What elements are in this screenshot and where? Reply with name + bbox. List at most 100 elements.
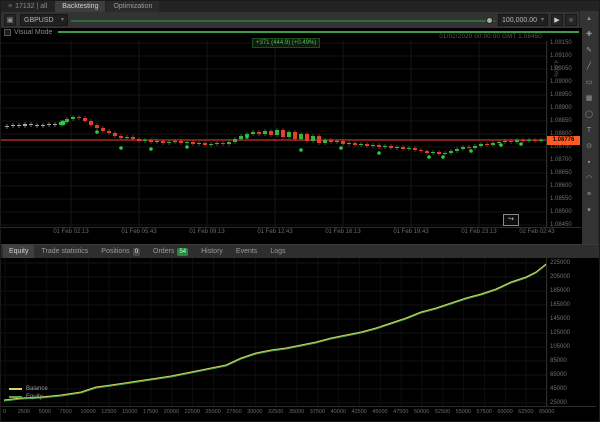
time-axis-label: 01 Feb 02:13 <box>53 229 89 235</box>
price-axis-label: 1.08550 <box>550 196 572 202</box>
time-axis-label: 01 Feb 12:43 <box>257 229 293 235</box>
tab-positions[interactable]: Positions 0 <box>95 245 147 258</box>
equity-axis-label: 85000 <box>550 358 567 364</box>
jump-to-end-button[interactable]: ↪ <box>503 214 519 226</box>
trade-axis-label: 32500 <box>268 409 284 415</box>
tab-backtesting[interactable]: Backtesting <box>55 1 106 12</box>
trade-axis-label: 5000 <box>38 409 51 415</box>
trade-axis-label: 7500 <box>59 409 72 415</box>
time-axis-label: 01 Feb 09:13 <box>189 229 225 235</box>
legend-label: Balance <box>26 386 48 392</box>
price-axis-label: 1.09100 <box>550 53 572 59</box>
price-chart-panel: Visual Mode 01/02/2020 00:00:00 GMT 1.08… <box>1 28 582 244</box>
scroll-up-icon[interactable]: ▴ <box>580 11 598 27</box>
tab-label: History <box>201 248 223 255</box>
trade-axis-label: 25000 <box>205 409 221 415</box>
period-slider-fill <box>71 20 489 22</box>
tab-logs[interactable]: Logs <box>264 245 292 258</box>
tab-equity[interactable]: Equity <box>3 245 35 258</box>
tab-label: Events <box>235 248 258 255</box>
backtesting-window: ≡ 17132 | all Backtesting Optimization ▣… <box>0 0 600 422</box>
instance-tab[interactable]: ≡ 17132 | all <box>1 1 54 12</box>
trade-axis-label: 10000 <box>80 409 96 415</box>
results-tabbar: Equity Trade statistics Positions 0 Orders 54… <box>1 245 599 258</box>
chevron-down-icon: ▾ <box>60 16 64 23</box>
equity-axis-label: 205000 <box>550 274 571 280</box>
time-axis-label: 01 Feb 05:43 <box>121 229 157 235</box>
legend-swatch <box>9 396 22 398</box>
tab-label: Equity <box>9 248 29 255</box>
tab-count-badge: 54 <box>177 247 189 256</box>
price-axis-label: 1.09050 <box>550 66 572 72</box>
equity-axis-label: 145000 <box>550 316 571 322</box>
tab-label: Orders <box>153 248 175 255</box>
price-axis-label: 1.09000 <box>550 79 572 85</box>
time-axis-label: 02 Feb 02:43 <box>519 229 555 235</box>
trade-axis-label: 37500 <box>309 409 326 415</box>
trade-axis-label: 52500 <box>434 409 451 415</box>
equity-axis-label: 25000 <box>550 400 567 406</box>
play-button[interactable]: ▶ <box>551 14 563 26</box>
chevron-down-icon: ▾ <box>540 16 544 23</box>
candlestick-chart[interactable] <box>1 28 600 244</box>
trade-axis-label: 62500 <box>518 409 534 415</box>
trade-axis-label: 20000 <box>163 409 180 415</box>
price-axis-label: 1.08450 <box>550 222 572 228</box>
tab-label: Logs <box>270 248 286 255</box>
profit-badge: +371 (444.9) (+0.49%) <box>252 38 321 48</box>
equity-panel: Balance Equity 225000 205000 185000 165000 14… <box>1 258 600 422</box>
trade-axis-label: 30000 <box>247 409 263 415</box>
trade-axis-label: 60000 <box>497 409 513 415</box>
tab-count-badge: 0 <box>132 247 141 256</box>
window-tabbar: ≡ 17132 | all Backtesting Optimization <box>1 1 599 12</box>
equity-axis-label: 45000 <box>550 386 567 392</box>
tab-events[interactable]: Events <box>229 245 264 258</box>
time-axis-label: 01 Feb 16:13 <box>325 229 361 235</box>
tab-label: Positions <box>101 248 130 255</box>
legend-item: Equity <box>9 393 48 401</box>
trade-axis-label: 22500 <box>184 409 200 415</box>
trade-axis-label: 65000 <box>539 409 555 415</box>
stop-button[interactable]: ■ <box>565 14 577 26</box>
equity-axis-label: 225000 <box>550 260 571 266</box>
equity-axis-label: 125000 <box>550 330 571 336</box>
panel-button[interactable]: ▣ <box>4 14 16 26</box>
price-axis-label: 1.08900 <box>550 105 572 111</box>
balance-dropdown[interactable]: 100,000.00 ▾ <box>498 14 548 26</box>
instance-tab-label: 17132 | all <box>15 3 48 10</box>
equity-axis-label: 65000 <box>550 372 567 378</box>
trade-axis-label: 2500 <box>17 409 31 415</box>
symbol-label: GBPUSD <box>24 16 54 24</box>
trade-axis-label: 57500 <box>476 409 492 415</box>
tab-history[interactable]: History <box>195 245 229 258</box>
time-axis-label: 01 Feb 23:13 <box>461 229 497 235</box>
legend-item: Balance <box>9 385 48 393</box>
tab-orders[interactable]: Orders 54 <box>147 245 195 258</box>
price-axis-label: 1.08850 <box>550 118 572 124</box>
trade-axis-label: 40000 <box>330 409 346 415</box>
equity-axis-label: 165000 <box>550 302 571 308</box>
time-axis-label: 01 Feb 19:43 <box>393 229 429 235</box>
tab-optimization[interactable]: Optimization <box>106 1 160 12</box>
backtest-toolbar: ▣ GBPUSD ▾ 100,000.00 ▾ ▶ ■ <box>1 12 582 28</box>
trade-axis-label: 42500 <box>351 409 367 415</box>
tab-trade-statistics[interactable]: Trade statistics <box>35 245 95 258</box>
trade-axis-label: 50000 <box>414 409 430 415</box>
trade-axis-label: 12500 <box>101 409 117 415</box>
symbol-dropdown[interactable]: GBPUSD ▾ <box>20 14 68 26</box>
trade-axis-label: 0 <box>3 409 7 415</box>
menu-icon: ≡ <box>8 3 13 10</box>
trade-axis-label: 15000 <box>122 409 138 415</box>
equity-legend: Balance Equity <box>9 385 48 401</box>
equity-chart[interactable] <box>1 258 600 422</box>
period-slider-handle[interactable] <box>486 17 493 24</box>
trade-axis-label: 35000 <box>288 409 305 415</box>
current-price-label: 1.08776 <box>547 136 580 145</box>
equity-axis-label: 105000 <box>550 344 571 350</box>
legend-swatch <box>9 388 22 390</box>
price-axis-label: 1.08650 <box>550 170 572 176</box>
price-axis-label: 1.08600 <box>550 183 572 189</box>
trade-axis-label: 27500 <box>226 409 242 415</box>
price-axis-label: 1.08950 <box>550 92 572 98</box>
tab-label: Trade statistics <box>41 248 89 255</box>
